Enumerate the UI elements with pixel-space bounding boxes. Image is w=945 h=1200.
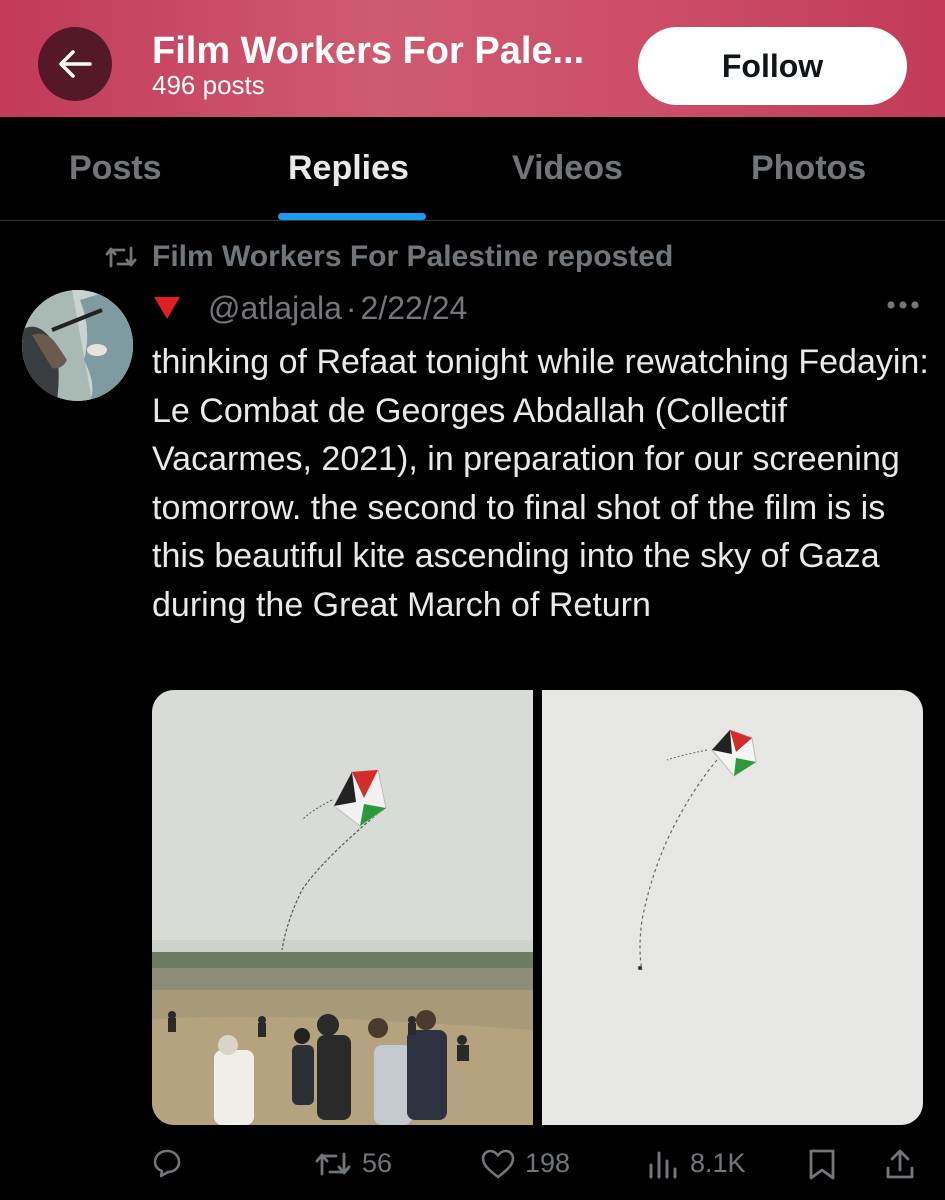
like-button[interactable]: 198 [481, 1148, 570, 1179]
profile-name: Film Workers For Pale... [152, 30, 585, 72]
tab-photos[interactable]: Photos [751, 149, 866, 188]
like-count: 198 [525, 1148, 571, 1178]
active-tab-indicator [278, 213, 426, 220]
share-icon [886, 1149, 914, 1179]
tweet-actions: 56 198 8.1K [0, 1140, 945, 1192]
back-arrow-icon [59, 50, 92, 78]
like-icon [481, 1149, 515, 1178]
profile-tabs: Posts Replies Videos Photos [0, 117, 945, 221]
bookmark-button[interactable] [808, 1148, 836, 1180]
tweet-media [152, 690, 923, 1125]
tab-videos[interactable]: Videos [512, 149, 623, 188]
author-handle[interactable]: @atlajala [208, 290, 342, 327]
more-icon[interactable] [886, 300, 920, 310]
follow-button[interactable]: Follow [638, 27, 907, 105]
meta-separator: · [345, 289, 357, 326]
tweet-date[interactable]: 2/22/24 [361, 290, 468, 327]
views-icon [649, 1151, 677, 1178]
tweet-meta: @atlajala · 2/22/24 [152, 287, 467, 329]
reply-icon [153, 1149, 181, 1178]
tab-replies[interactable]: Replies [288, 149, 409, 188]
bookmark-icon [809, 1149, 835, 1180]
repost-icon [315, 1152, 351, 1175]
share-button[interactable] [884, 1148, 916, 1180]
post-count: 496 posts [152, 70, 265, 100]
repost-label: Film Workers For Palestine reposted [152, 240, 674, 273]
repost-button[interactable]: 56 [314, 1148, 392, 1179]
back-button[interactable] [38, 27, 112, 101]
views-button[interactable]: 8.1K [648, 1148, 746, 1179]
reply-button[interactable] [152, 1148, 182, 1178]
repost-count: 56 [362, 1148, 393, 1178]
repost-context[interactable]: Film Workers For Palestine reposted [104, 238, 673, 276]
tab-posts[interactable]: Posts [69, 149, 162, 188]
views-count: 8.1K [690, 1148, 746, 1178]
red-triangle-icon [154, 297, 180, 319]
tweet-text: thinking of Refaat tonight while rewatch… [152, 343, 929, 624]
avatar[interactable] [22, 290, 133, 401]
kite-over-crowd-photo[interactable] [152, 690, 533, 1125]
profile-header: Film Workers For Pale... 496 posts Follo… [0, 0, 945, 117]
media-divider [533, 690, 542, 1125]
repost-icon [105, 246, 137, 268]
kite-in-sky-photo[interactable] [542, 690, 923, 1125]
